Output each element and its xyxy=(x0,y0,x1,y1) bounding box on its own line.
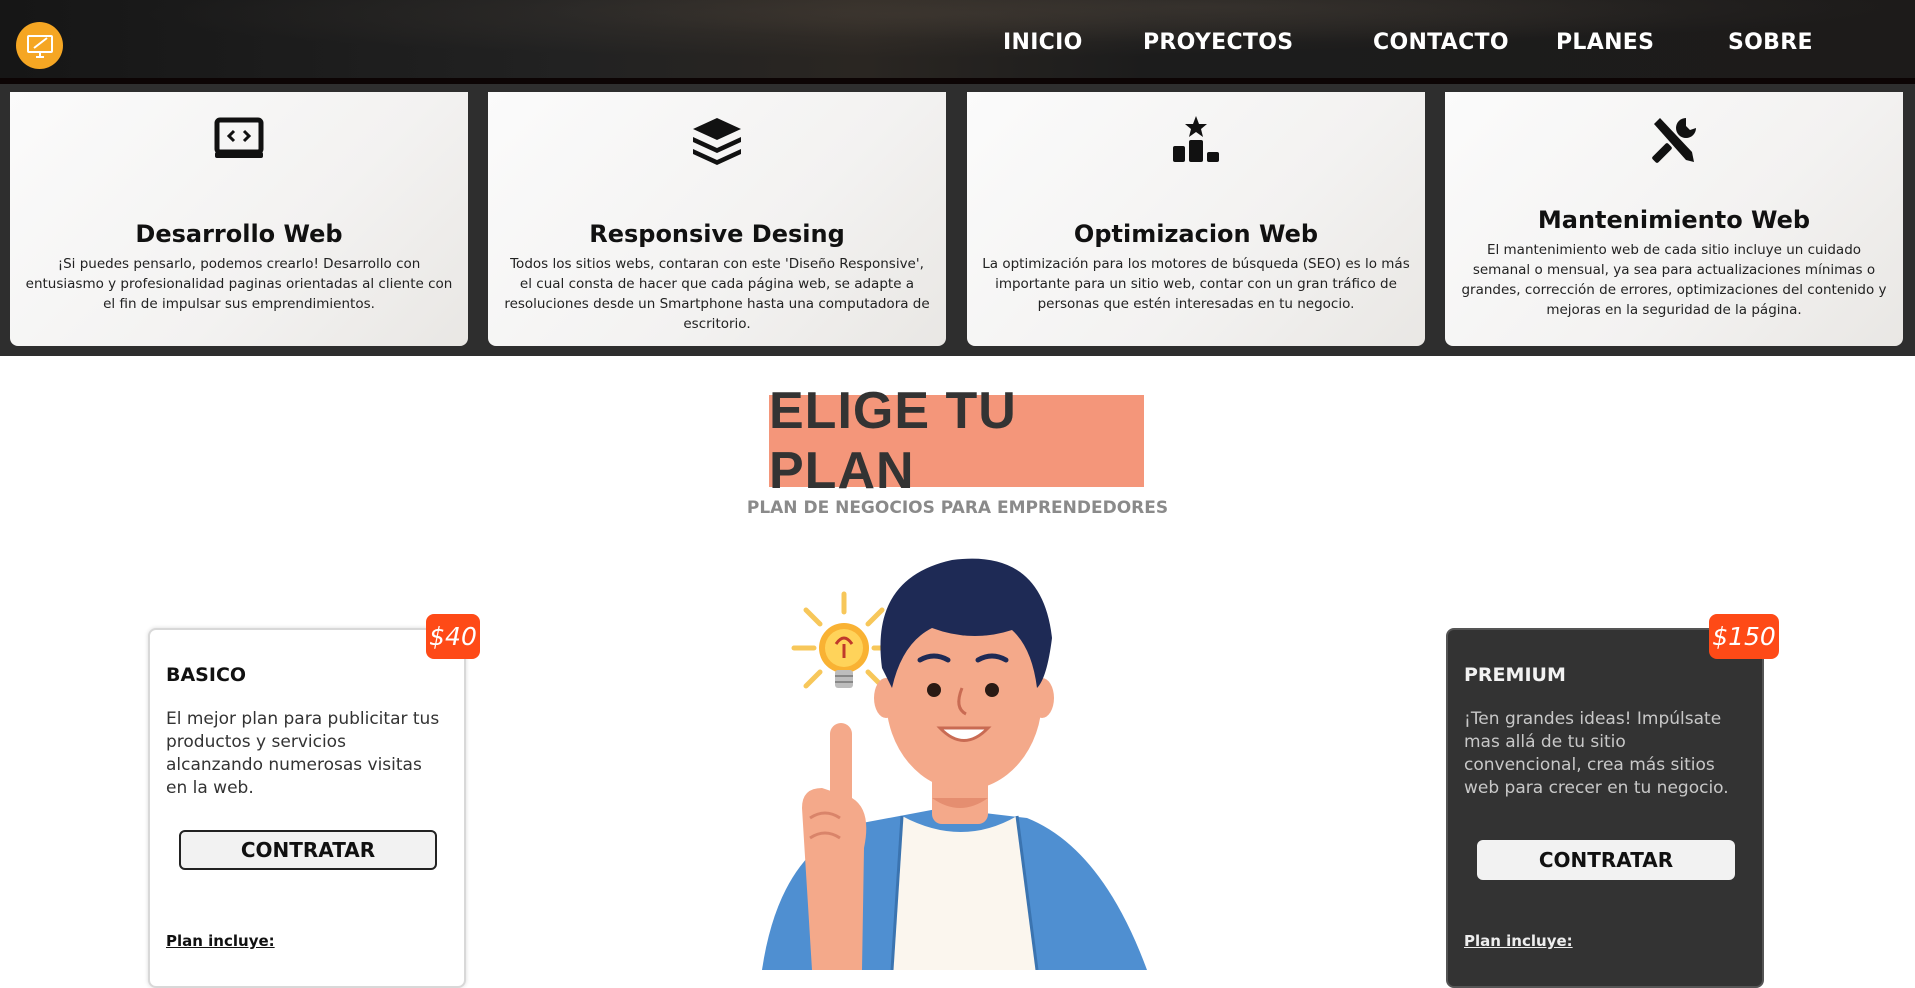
logo[interactable] xyxy=(16,22,63,69)
tools-icon xyxy=(1652,118,1696,163)
nav-link-contacto[interactable]: CONTACTO xyxy=(1373,30,1509,55)
plans-subtitle: PLAN DE NEGOCIOS PARA EMPRENDEDORES xyxy=(746,498,1169,518)
service-title: Mantenimiento Web xyxy=(1537,206,1811,234)
plan-includes-label: Plan incluye: xyxy=(166,932,275,950)
monitor-pen-icon xyxy=(26,34,53,58)
service-text: Todos los sitios webs, contaran con este… xyxy=(504,256,930,332)
service-title: Desarrollo Web xyxy=(135,220,343,248)
plan-name: BASICO xyxy=(166,664,247,686)
service-card-optimizacion: Optimizacion Web La optimización para lo… xyxy=(967,92,1425,346)
plan-description: ¡Ten grandes ideas! Impúlsate mas allá d… xyxy=(1464,709,1729,798)
plans-title: ELIGE TU PLAN xyxy=(769,382,1144,500)
layers-icon xyxy=(693,118,741,165)
contratar-premium-button[interactable]: CONTRATAR xyxy=(1477,840,1735,880)
service-text: ¡Si puedes pensarlo, podemos crearlo! De… xyxy=(25,256,453,312)
nav-link-proyectos[interactable]: PROYECTOS xyxy=(1143,30,1293,55)
service-title: Optimizacion Web xyxy=(1073,220,1319,248)
price-badge-basico: $40 xyxy=(426,614,480,659)
nav-link-inicio[interactable]: INICIO xyxy=(1003,30,1083,55)
service-card-mantenimiento: Mantenimiento Web El mantenimiento web d… xyxy=(1445,92,1903,346)
plan-description: El mejor plan para publicitar tus produc… xyxy=(166,709,440,798)
service-text: La optimización para los motores de búsq… xyxy=(982,256,1410,312)
plan-name: PREMIUM xyxy=(1464,664,1566,686)
service-text: El mantenimiento web de cada sitio inclu… xyxy=(1461,242,1887,318)
ranking-podium-icon xyxy=(1173,116,1219,162)
service-card-desarrollo: Desarrollo Web ¡Si puedes pensarlo, pode… xyxy=(10,92,468,346)
services-strip: Desarrollo Web ¡Si puedes pensarlo, pode… xyxy=(0,84,1915,356)
plan-includes-label: Plan incluye: xyxy=(1464,932,1573,950)
plan-card-premium: PREMIUM ¡Ten grandes ideas! Impúlsate ma… xyxy=(1446,628,1764,988)
top-navbar: INICIO PROYECTOS CONTACTO PLANES SOBRE xyxy=(0,0,1915,84)
price-badge-premium: $150 xyxy=(1709,614,1779,659)
service-title: Responsive Desing xyxy=(589,220,845,248)
plan-card-basico: BASICO El mejor plan para publicitar tus… xyxy=(148,628,466,988)
nav-link-sobre[interactable]: SOBRE xyxy=(1728,30,1813,55)
nav-link-planes[interactable]: PLANES xyxy=(1556,30,1654,55)
service-card-responsive: Responsive Desing Todos los sitios webs,… xyxy=(488,92,946,346)
code-window-icon xyxy=(214,117,264,158)
contratar-basico-button[interactable]: CONTRATAR xyxy=(179,830,437,870)
idea-man-illustration xyxy=(762,558,1147,970)
